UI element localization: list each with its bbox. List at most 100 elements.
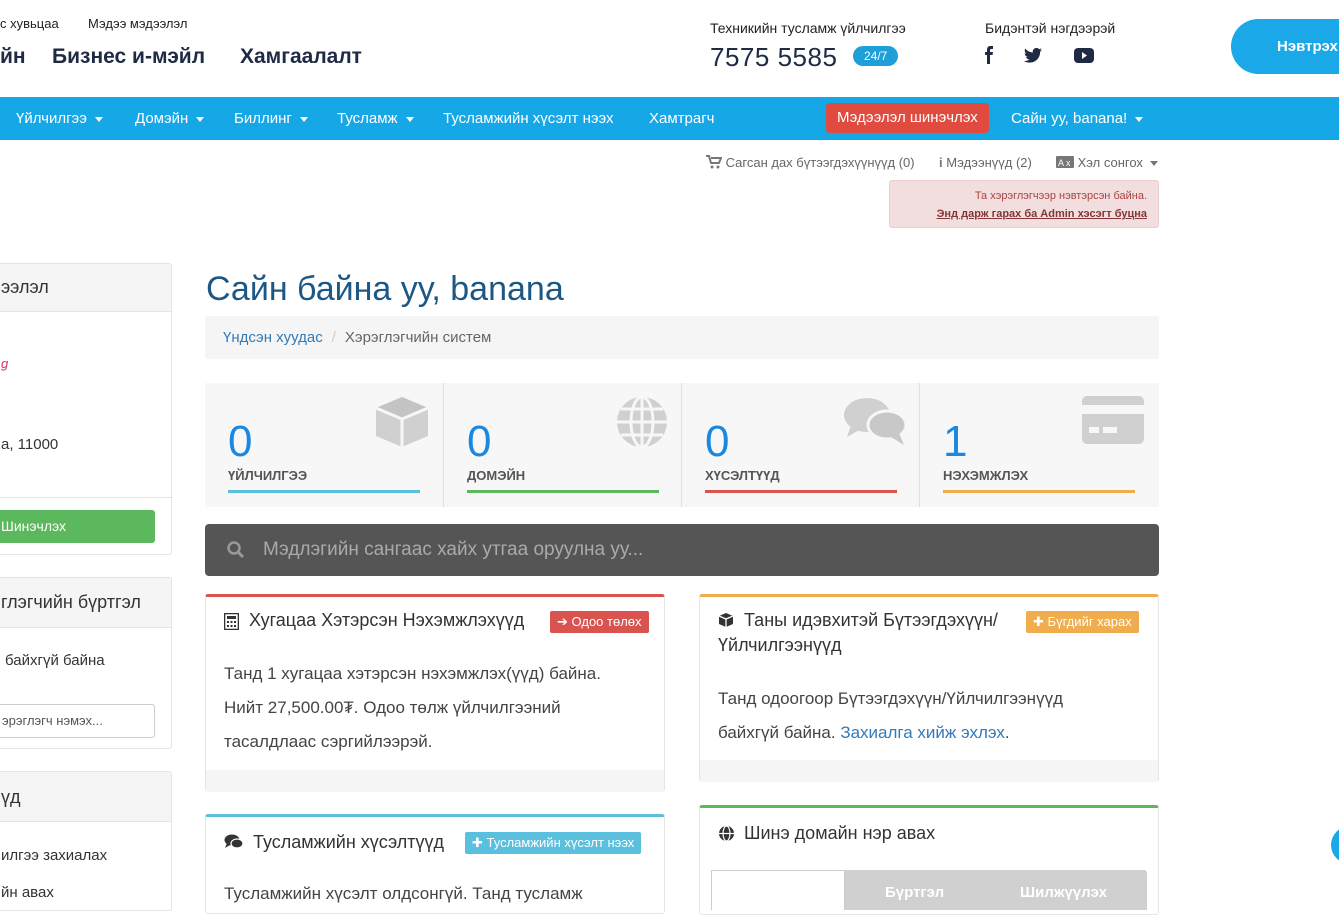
stat-value: 1 <box>943 417 968 466</box>
facebook-icon[interactable] <box>983 46 995 69</box>
card-title: Таны идэвхитэй Бүтээгдэхүүн/ <box>744 610 998 630</box>
update-info-button[interactable]: Мэдээлэл шинэчлэх <box>826 103 989 133</box>
kb-search-input[interactable]: Мэдлэгийн сангаас хайх утгаа оруулна уу.… <box>263 539 643 561</box>
card-title: Хугацаа Хэтэрсэн Нэхэмжлэхүүд <box>249 610 525 630</box>
stat-value: 0 <box>705 417 730 466</box>
card-text: Танд 1 хугацаа хэтэрсэн нэхэмжлэх(үүд) б… <box>224 664 601 683</box>
stat-tile-services[interactable]: 0 ҮЙЛЧИЛГЭЭ <box>205 383 443 507</box>
card-text: Тусламжийн хүсэлт олдсонгүй. Танд туслам… <box>224 884 583 903</box>
nav-user-label: Сайн уу, banana! <box>1011 110 1128 127</box>
nav-billing-label: Биллинг <box>234 110 292 127</box>
language-icon: Ax <box>1056 156 1074 168</box>
admin-alert: Та хэрэглэгчээр нэвтэрсэн байна. Энд дар… <box>889 180 1159 228</box>
nav-domain[interactable]: Домэйн <box>135 97 205 140</box>
support-title: Техникийн тусламж үйлчилгээ <box>710 20 906 36</box>
stat-tile-tickets[interactable]: 0 ХҮСЭЛТҮҮД <box>681 383 919 507</box>
language-select[interactable]: Ax Хэл сонгох <box>1056 155 1158 170</box>
info-icon: i <box>939 155 943 170</box>
comments-icon <box>224 834 244 855</box>
credit-card-icon <box>1081 395 1145 450</box>
header-link-shares[interactable]: с хувьцаа <box>0 16 59 31</box>
svg-text:A: A <box>1058 158 1064 168</box>
update-details-button[interactable]: Шинэчлэх <box>0 510 155 543</box>
chevron-down-icon <box>1135 116 1144 122</box>
tab-search[interactable] <box>711 870 845 910</box>
alert-text: Та хэрэглэгчээр нэвтэрсэн байна. <box>974 190 1147 202</box>
nav-domain-label: Домэйн <box>135 110 189 127</box>
stat-label: ХҮСЭЛТҮҮД <box>705 468 780 483</box>
twitter-icon[interactable] <box>1024 47 1042 68</box>
nav-open-ticket[interactable]: Тусламжийн хүсэлт нээх <box>443 97 614 140</box>
stats-tiles: 0 ҮЙЛЧИЛГЭЭ 0 ДОМЭЙН 0 ХҮСЭЛТҮҮД 1 НЭХЭМ… <box>205 383 1159 507</box>
comments-icon <box>843 395 908 452</box>
notifications-link[interactable]: i Мэдээнүүд (2) <box>939 155 1032 170</box>
cart-link[interactable]: Сагсан дах бүтээгдэхүүнүүд (0) <box>706 155 915 170</box>
stat-tile-invoices[interactable]: 1 НЭХЭМЖЛЭХ <box>919 383 1157 507</box>
stat-label: ДОМЭЙН <box>467 468 526 483</box>
chevron-down-icon <box>94 116 103 122</box>
page-title: Сайн байна уу, banana <box>206 270 564 308</box>
stat-value: 0 <box>467 417 492 466</box>
calculator-icon <box>223 612 240 635</box>
start-order-link[interactable]: Захиалга хийж эхлэх <box>840 723 1005 742</box>
chat-widget-button[interactable] <box>1331 826 1339 864</box>
card-footer <box>700 760 1158 782</box>
stat-bar <box>943 490 1135 493</box>
cube-icon <box>373 395 431 454</box>
language-label: Хэл сонгох <box>1077 155 1143 170</box>
sidebar-address: a, 11000 <box>1 436 59 453</box>
add-contact-input[interactable]: эрэглэгч нэмэх... <box>0 704 155 738</box>
view-all-label: Бүгдийг харах <box>1047 614 1132 629</box>
sidebar-panel-title: ээлэл <box>0 264 171 312</box>
stat-tile-domains[interactable]: 0 ДОМЭЙН <box>443 383 681 507</box>
sidebar-pink-text: g <box>1 356 9 371</box>
view-all-button[interactable]: ✚ Бүгдийг харах <box>1026 611 1139 633</box>
main-navbar: Үйлчилгээ Домэйн Биллинг Тусламж Тусламж… <box>0 97 1339 140</box>
card-text: байхгүй байна. <box>718 723 836 742</box>
breadcrumb-home[interactable]: Үндсэн хуудас <box>223 329 323 346</box>
login-button[interactable]: Нэвтрэх <box>1231 19 1339 74</box>
globe-icon <box>718 825 735 847</box>
chevron-down-icon <box>196 116 205 122</box>
breadcrumb: Үндсэн хуудас / Хэрэглэгчийн систем <box>205 316 1159 359</box>
breadcrumb-current: Хэрэглэгчийн систем <box>344 329 492 346</box>
social-title: Бидэнтэй нэгдээрэй <box>985 20 1116 36</box>
domain-tabs: Бүртгэл Шилжүүлэх <box>711 870 1147 910</box>
header-link-business-email[interactable]: Бизнес и-мэйл <box>52 45 205 69</box>
divider <box>0 497 173 498</box>
nav-affiliate[interactable]: Хамтрагч <box>649 97 715 140</box>
breadcrumb-separator: / <box>331 329 336 346</box>
chevron-down-icon <box>405 116 414 122</box>
nav-user-menu[interactable]: Сайн уу, banana! <box>1011 97 1144 140</box>
header-link-security[interactable]: Хамгаалалт <box>240 45 362 69</box>
kb-search-bar[interactable]: Мэдлэгийн сангаас хайх утгаа оруулна уу.… <box>205 524 1159 576</box>
sidebar-panel-info: ээлэл g a, 11000 Шинэчлэх <box>0 263 173 555</box>
sidebar-no-contacts: байхгүй байна <box>5 652 105 669</box>
arrow-right-icon: ➔ <box>557 614 568 629</box>
header-link-news[interactable]: Мэдээ мэдээлэл <box>88 16 187 31</box>
return-to-admin-link[interactable]: Энд дарж гарах ба Admin хэсэгт буцна <box>937 208 1147 220</box>
active-products-card: Таны идэвхитэй Бүтээгдэхүүн/ Үйлчилгээнү… <box>699 594 1159 782</box>
nav-support[interactable]: Тусламж <box>337 97 414 140</box>
sidebar-panel-shortcuts: үд илгээ захиалах йн авах <box>0 771 172 911</box>
header-link-domain[interactable]: йн <box>0 45 26 69</box>
card-body: Танд одоогоор Бүтээгдэхүүн/Үйлчилгээнүүд… <box>718 682 1063 750</box>
cart-icon <box>706 155 723 169</box>
register-domain-card: Шинэ домайн нэр авах Бүртгэл Шилжүүлэх <box>699 805 1159 915</box>
card-text: Нийт 27,500.00₮. Одоо төлж үйлчилгээний <box>224 698 561 717</box>
svg-text:x: x <box>1066 158 1071 168</box>
open-ticket-button[interactable]: ✚ Тусламжийн хүсэлт нээх <box>465 832 642 854</box>
nav-billing[interactable]: Биллинг <box>234 97 308 140</box>
support-24-7-badge: 24/7 <box>853 46 899 66</box>
notifications-label: Мэдээнүүд (2) <box>946 155 1032 170</box>
sidebar-panel-contacts: глэгчийн бүртгэл байхгүй байна эрэглэгч … <box>0 577 172 749</box>
sidebar-item-order-services[interactable]: илгээ захиалах <box>1 847 107 864</box>
youtube-icon[interactable] <box>1074 48 1094 68</box>
overdue-invoices-card: Хугацаа Хэтэрсэн Нэхэмжлэхүүд ➔ Одоо төл… <box>205 594 665 792</box>
pay-now-button[interactable]: ➔ Одоо төлөх <box>550 611 649 633</box>
chevron-down-icon <box>299 116 308 122</box>
nav-services-label: Үйлчилгээ <box>16 110 87 127</box>
nav-services[interactable]: Үйлчилгээ <box>16 97 103 140</box>
plus-icon: ✚ <box>472 835 483 850</box>
card-title-line2: Үйлчилгээнүүд <box>718 635 842 655</box>
